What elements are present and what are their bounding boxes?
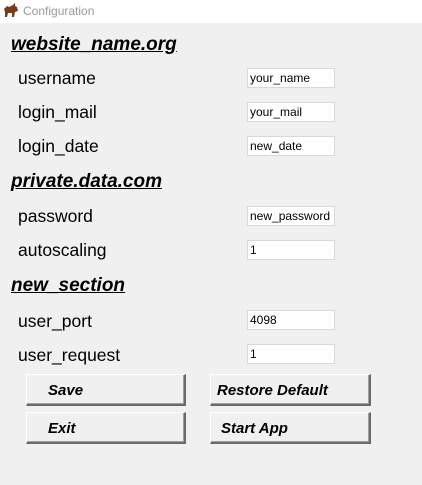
user-request-field[interactable]: 1 — [247, 344, 335, 364]
horse-app-icon — [4, 3, 18, 17]
label-login-date: login_date — [18, 136, 99, 156]
login-date-field[interactable]: new_date — [247, 136, 335, 156]
label-username: username — [18, 68, 96, 88]
exit-button-label: Exit — [48, 420, 76, 437]
login-mail-field[interactable]: your_mail — [247, 102, 335, 122]
title-bar: Configuration — [0, 0, 422, 23]
restore-default-button[interactable]: Restore Default — [210, 374, 371, 406]
restore-default-button-label: Restore Default — [217, 382, 328, 399]
start-app-button[interactable]: Start App — [210, 412, 371, 444]
section-title-new-section: new_section — [11, 275, 126, 296]
label-password: password — [18, 206, 93, 226]
save-button[interactable]: Save — [26, 374, 186, 406]
label-user-request: user_request — [18, 345, 121, 365]
save-button-label: Save — [48, 382, 84, 399]
user-port-field[interactable]: 4098 — [247, 310, 335, 330]
exit-button[interactable]: Exit — [26, 412, 186, 444]
label-user-port: user_port — [18, 311, 92, 331]
username-field[interactable]: your_name — [247, 68, 335, 88]
password-field[interactable]: new_password — [247, 206, 335, 226]
section-title-private-data: private.data.com — [11, 171, 162, 192]
section-title-website: website_name.org — [11, 34, 177, 55]
window-title: Configuration — [23, 4, 95, 18]
label-login-mail: login_mail — [18, 102, 97, 122]
autoscaling-field[interactable]: 1 — [247, 240, 335, 260]
label-autoscaling: autoscaling — [18, 240, 107, 260]
start-app-button-label: Start App — [221, 420, 288, 437]
